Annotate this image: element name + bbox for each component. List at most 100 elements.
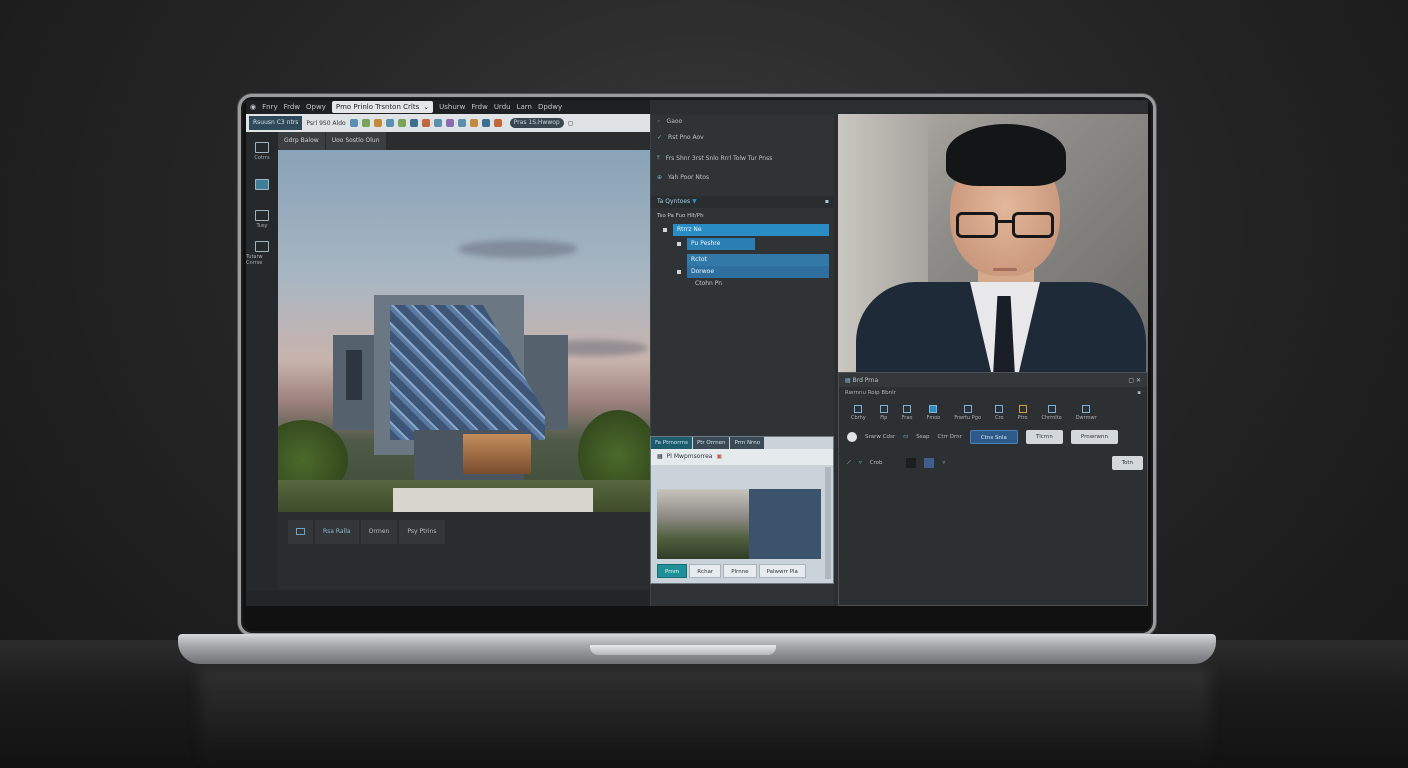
subtab-2[interactable]: Uoo Sostlo Olun	[325, 132, 386, 150]
menu-item-8[interactable]: Dpdwy	[538, 103, 562, 111]
panel-row[interactable]: ⊕ Yah Poor Ntos	[651, 174, 709, 181]
panel-row[interactable]: ⫯ Frs Shnr 3rst Snlo Rrrl Tolw Tur Pnss	[651, 154, 772, 162]
menu-item-6[interactable]: Urdu	[494, 103, 511, 111]
color-swatch[interactable]	[906, 458, 917, 468]
secondary-button[interactable]: Palwwrr Pla	[758, 564, 806, 578]
sidebar: Cotrrs Tusy Tutarw Cnrrse	[246, 132, 278, 606]
sidebar-item-3[interactable]: Tusy	[246, 204, 278, 234]
menu-item-7[interactable]: Larn	[517, 103, 532, 111]
frame-icon	[296, 528, 305, 535]
control-row-2: ⟋ ▿ Crob ▿ Totn	[847, 456, 1143, 470]
tree-row[interactable]: Pu Peshre	[687, 238, 755, 250]
menu-item-2[interactable]: Frdw	[284, 103, 300, 111]
menu-item-4[interactable]: Ushurw	[439, 103, 465, 111]
grid-icon	[255, 240, 269, 252]
sidebar-item-4[interactable]: Tutarw Cnrrse	[246, 238, 278, 268]
menu-item-1[interactable]: Fnry	[262, 103, 277, 111]
circle-icon[interactable]	[847, 432, 857, 442]
tool-icon[interactable]	[421, 119, 430, 127]
toolbar-tab[interactable]: Rsuusn C3 ntrs	[249, 116, 303, 130]
preview-tab-3[interactable]: Prm Nrno	[730, 437, 765, 449]
subtab-1[interactable]: Gdrp Balow	[278, 132, 325, 150]
tree-row[interactable]: Rtrrz Ne	[673, 224, 829, 236]
color-swatch[interactable]	[924, 458, 935, 468]
tool-item[interactable]: Cro	[995, 405, 1004, 421]
menu-item-3[interactable]: Opwy	[306, 103, 326, 111]
panel-icon: ▤	[845, 376, 851, 384]
action-button[interactable]: Prnwrwnn	[1070, 430, 1118, 444]
scrollbar[interactable]	[825, 467, 831, 579]
tool-icon[interactable]	[457, 119, 466, 127]
tool-icon[interactable]	[469, 119, 478, 127]
tool-grid: Cbrhy Fip Frao Fmoo Frwrtu Pgo Cro Ptro …	[839, 399, 1147, 421]
panel-row[interactable]: ◦ Gaoo	[651, 118, 682, 125]
sidebar-item-2[interactable]	[246, 170, 278, 200]
tree-header[interactable]: Ta Qyntoes ▼ ▪	[651, 196, 835, 208]
eye-icon: ◦	[657, 118, 661, 125]
preview-toolbar: ▦ Pl Mwpmsorrea ▣	[651, 449, 833, 465]
house-thumbnail	[657, 489, 749, 559]
tree-row[interactable]: Ctohn Pn	[691, 278, 791, 290]
tree-row[interactable]: Rctot	[687, 254, 829, 266]
cloud	[458, 240, 578, 258]
tool-item[interactable]: Dwrmwr	[1076, 405, 1097, 421]
toolbar-search[interactable]: Pras 1S.Hwwop	[509, 118, 564, 128]
brush-icon[interactable]: ⟋	[847, 460, 851, 467]
image-icon[interactable]: ▣	[716, 449, 722, 465]
window-icon[interactable]: ▢	[568, 120, 574, 127]
maximize-icon[interactable]: ▢	[1128, 377, 1134, 384]
action-button[interactable]: Tlcrnn	[1025, 430, 1063, 444]
primary-button[interactable]: Prnm	[657, 564, 688, 578]
secondary-button[interactable]: Rchar	[689, 564, 722, 578]
panel-icon	[255, 178, 269, 190]
tool-item[interactable]: Frao	[902, 405, 912, 421]
tool-item[interactable]: Chrrnlto	[1042, 405, 1062, 421]
bottom-tab-icon[interactable]	[288, 520, 313, 544]
laptop-screen: ◉ Fnry Frdw Opwy Pmo Prinlo Trsnton Crlt…	[246, 100, 1148, 606]
folder-icon[interactable]: ▭	[903, 434, 908, 440]
tool-item[interactable]: Ptro	[1018, 405, 1028, 421]
tool-icon[interactable]	[373, 119, 382, 127]
tool-icon	[1082, 405, 1091, 413]
expand-icon[interactable]: ▪	[1137, 387, 1141, 399]
preview-tab-1[interactable]: Fa Ptrnorrns	[651, 437, 692, 449]
bottom-tab-1[interactable]: Rsa Ralla	[315, 520, 359, 544]
tool-icon[interactable]	[445, 119, 454, 127]
toolbar: Rsuusn C3 ntrs Psrl 9S0 Aldo Pras 1S.Hww…	[246, 114, 650, 132]
bottom-tab-3[interactable]: Psy Ptrins	[399, 520, 445, 544]
glasses-lens	[1012, 212, 1054, 238]
action-button[interactable]: Ctns Snla	[969, 430, 1018, 444]
properties-header: ▤ Brd Prna ▢ ✕	[839, 373, 1147, 387]
menu-bar: ◉ Fnry Frdw Opwy Pmo Prinlo Trsnton Crlt…	[246, 100, 650, 114]
preview-tab-2[interactable]: Ptr Orrnen	[692, 437, 730, 449]
video-feed[interactable]	[838, 114, 1148, 372]
bottom-tab-2[interactable]: Orrnen	[360, 520, 398, 544]
expand-icon[interactable]: ▪	[825, 196, 829, 208]
shield-icon: ▿	[942, 460, 946, 466]
tool-icon[interactable]	[433, 119, 442, 127]
tool-item[interactable]: Fmoo	[926, 405, 940, 421]
house-window	[463, 434, 531, 474]
tree-row[interactable]: Dorwoe	[687, 266, 829, 278]
preview-image[interactable]	[657, 489, 821, 559]
tool-icon[interactable]	[397, 119, 406, 127]
tool-icon[interactable]	[481, 119, 490, 127]
action-button[interactable]: Totn	[1111, 456, 1143, 470]
tool-icon[interactable]	[493, 119, 502, 127]
sidebar-item-1[interactable]: Cotrrs	[246, 136, 278, 166]
tool-icon[interactable]	[409, 119, 418, 127]
house-window	[346, 350, 362, 400]
close-icon[interactable]: ✕	[1136, 377, 1141, 384]
menu-tab-selected[interactable]: Pmo Prinlo Trsnton Crlts ⌄	[331, 101, 434, 113]
secondary-button[interactable]: Plrnne	[723, 564, 757, 578]
tool-item[interactable]: Cbrhy	[851, 405, 866, 421]
tool-icon[interactable]	[361, 119, 370, 127]
tool-item[interactable]: Frwrtu Pgo	[954, 405, 981, 421]
grid-icon[interactable]: ▦	[657, 449, 663, 465]
menu-item-5[interactable]: Frdw	[471, 103, 487, 111]
panel-row[interactable]: ✓ Rst Pno Aov	[651, 134, 704, 141]
render-viewport[interactable]	[278, 150, 650, 512]
tool-item[interactable]: Fip	[879, 405, 888, 421]
tool-icon[interactable]	[385, 119, 394, 127]
tool-icon[interactable]	[349, 119, 358, 127]
